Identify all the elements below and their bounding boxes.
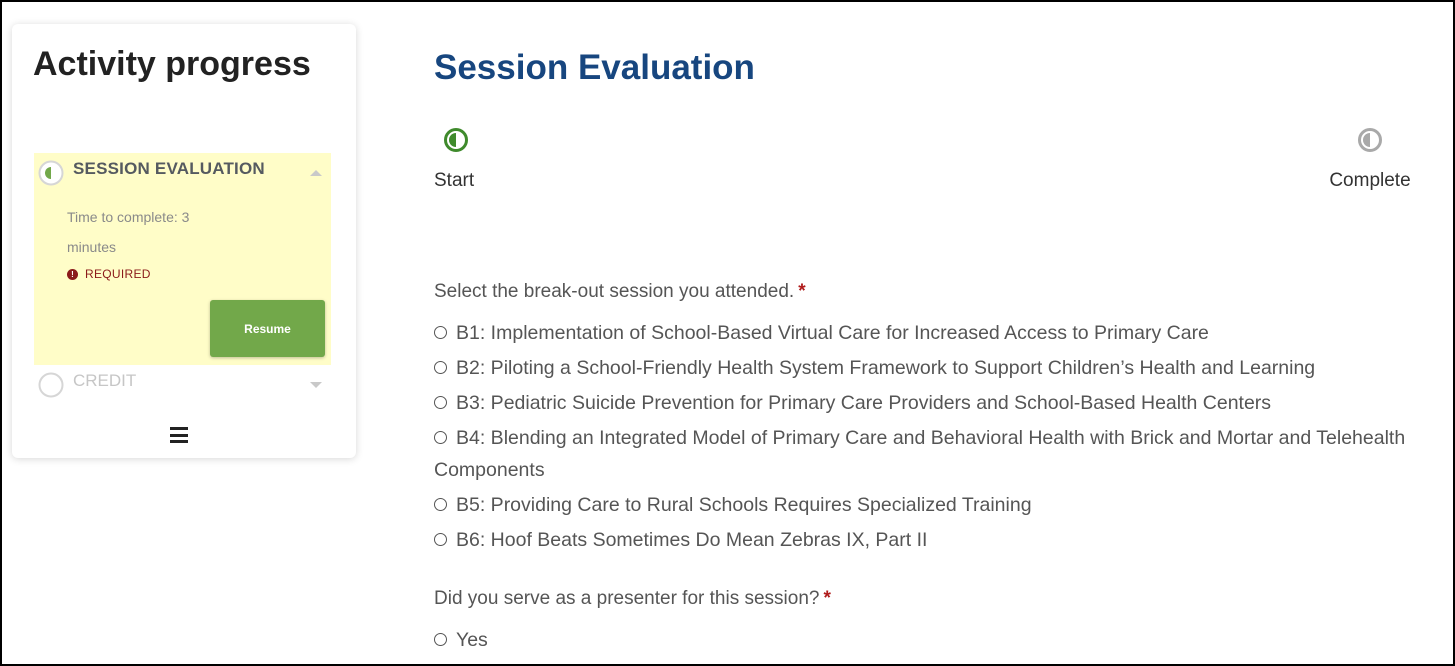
presenter-options: Yes <box>434 624 1414 659</box>
question-text: Select the break-out session you attende… <box>434 281 795 302</box>
radio-button[interactable] <box>434 361 447 374</box>
option-b2[interactable]: B2: Piloting a School-Friendly Health Sy… <box>434 352 1414 384</box>
hamburger-menu-icon[interactable] <box>170 427 188 443</box>
step-title: SESSION EVALUATION <box>73 159 265 178</box>
half-circle-icon <box>444 128 468 152</box>
progress-complete: Complete <box>1320 126 1420 192</box>
progress-start-label: Start <box>434 170 475 191</box>
resume-button[interactable]: Resume <box>210 300 325 357</box>
half-circle-icon <box>38 160 64 186</box>
page-title: Session Evaluation <box>434 48 755 87</box>
option-b5[interactable]: B5: Providing Care to Rural Schools Requ… <box>434 489 1414 521</box>
option-label: B3: Pediatric Suicide Prevention for Pri… <box>456 392 1272 414</box>
empty-circle-icon <box>38 372 64 398</box>
chevron-up-icon[interactable] <box>310 170 322 176</box>
option-b3[interactable]: B3: Pediatric Suicide Prevention for Pri… <box>434 387 1414 419</box>
option-b1[interactable]: B1: Implementation of School-Based Virtu… <box>434 317 1414 349</box>
activity-progress-panel: Activity progress SESSION EVALUATION Tim… <box>12 24 356 458</box>
option-b4[interactable]: B4: Blending an Integrated Model of Prim… <box>434 422 1414 486</box>
radio-button[interactable] <box>434 498 447 511</box>
time-to-complete: Time to complete: 3 minutes <box>67 209 190 255</box>
step-credit[interactable]: CREDIT <box>34 365 331 405</box>
option-label: B4: Blending an Integrated Model of Prim… <box>434 427 1406 481</box>
option-label: Yes <box>456 629 488 651</box>
radio-button[interactable] <box>434 396 447 409</box>
exclamation-circle-icon: ! <box>67 268 78 280</box>
required-badge: ! REQUIRED <box>67 267 151 281</box>
required-asterisk: * <box>798 281 806 302</box>
half-circle-icon <box>1358 128 1382 152</box>
question-text: Did you serve as a presenter for this se… <box>434 588 820 609</box>
sidebar-title: Activity progress <box>33 45 311 83</box>
radio-button[interactable] <box>434 431 447 444</box>
option-label: B2: Piloting a School-Friendly Health Sy… <box>456 357 1316 379</box>
option-label: B5: Providing Care to Rural Schools Requ… <box>456 494 1032 516</box>
radio-button[interactable] <box>434 533 447 546</box>
step-session-evaluation[interactable]: SESSION EVALUATION Time to complete: 3 m… <box>34 153 331 365</box>
required-asterisk: * <box>823 588 831 609</box>
question-breakout-session: Select the break-out session you attende… <box>434 281 806 303</box>
radio-button[interactable] <box>434 326 447 339</box>
progress-complete-label: Complete <box>1329 170 1411 191</box>
radio-button[interactable] <box>434 633 447 646</box>
required-label: REQUIRED <box>85 267 151 281</box>
option-b6[interactable]: B6: Hoof Beats Sometimes Do Mean Zebras … <box>434 524 1414 556</box>
step-title: CREDIT <box>73 371 137 390</box>
question-presenter: Did you serve as a presenter for this se… <box>434 588 831 610</box>
option-label: B1: Implementation of School-Based Virtu… <box>456 322 1209 344</box>
chevron-down-icon[interactable] <box>310 382 322 388</box>
option-label: B6: Hoof Beats Sometimes Do Mean Zebras … <box>456 529 928 551</box>
option-yes[interactable]: Yes <box>434 624 1414 656</box>
progress-start: Start <box>434 126 494 192</box>
breakout-session-options: B1: Implementation of School-Based Virtu… <box>434 317 1414 559</box>
page-frame: Activity progress SESSION EVALUATION Tim… <box>0 0 1455 666</box>
